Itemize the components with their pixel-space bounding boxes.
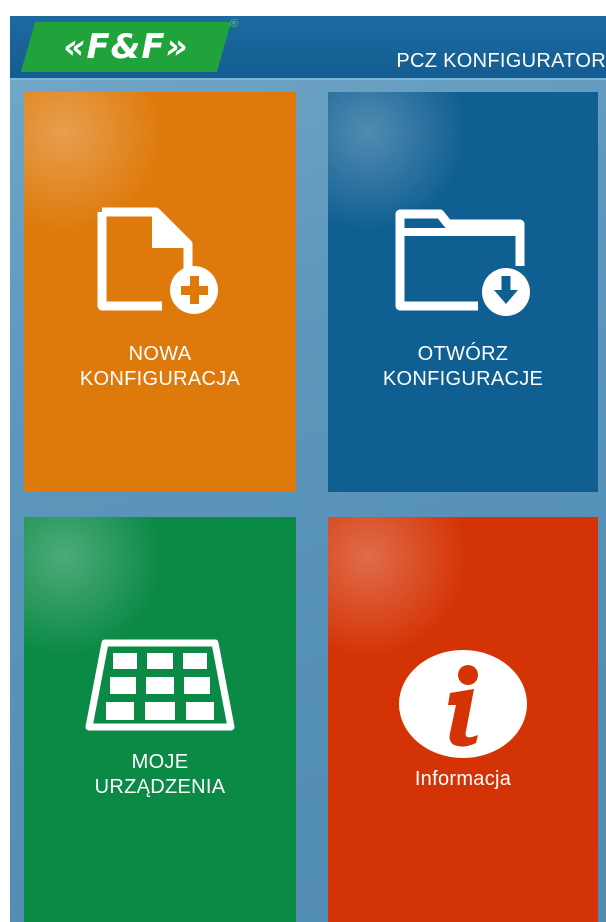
app-title: PCZ KONFIGURATOR [396, 50, 606, 72]
information-label: Informacja [414, 768, 512, 790]
information-tile[interactable]: Informacja [328, 517, 598, 922]
my-devices-tile[interactable]: MOJE URZĄDZENIA [24, 517, 296, 922]
new-file-icon [97, 207, 218, 314]
folder-download-icon [395, 209, 530, 316]
device-grid-icon [85, 639, 235, 731]
registered-mark: ® [230, 18, 239, 30]
new-configuration-label: NOWA KONFIGURACJA [79, 343, 241, 390]
my-devices-label: MOJE URZĄDZENIA [94, 751, 226, 798]
open-configuration-tile[interactable]: OTWÓRZ KONFIGURACJE [328, 92, 598, 492]
brand-logo: «F&F» [20, 22, 232, 72]
open-configuration-label: OTWÓRZ KONFIGURACJE [382, 343, 544, 390]
app-screen: «F&F» ® PCZ KONFIGURATOR NOWA KONFIGURAC… [10, 16, 606, 922]
new-configuration-tile[interactable]: NOWA KONFIGURACJA [24, 92, 296, 492]
brand-logo-text: «F&F» [63, 27, 189, 67]
info-icon [399, 650, 527, 758]
app-header: «F&F» ® PCZ KONFIGURATOR [10, 16, 606, 80]
